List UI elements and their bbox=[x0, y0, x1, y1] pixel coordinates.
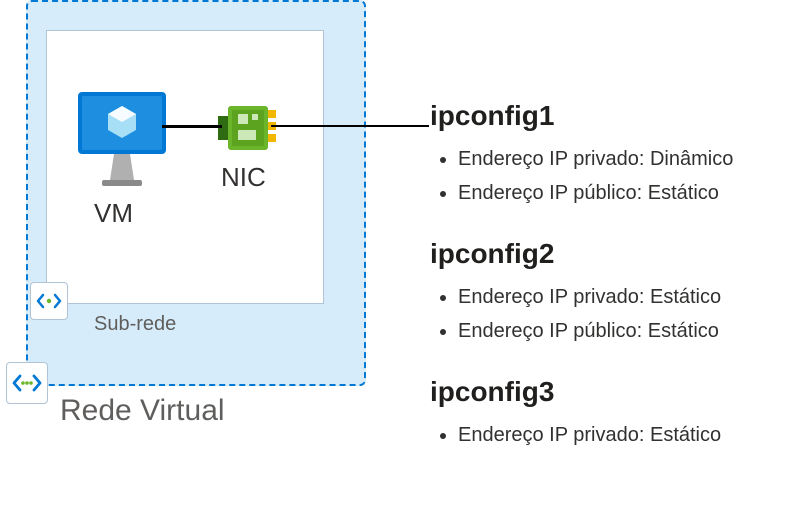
ipconfig-block: ipconfig2 Endereço IP privado: Estático … bbox=[430, 238, 807, 348]
vm-label: VM bbox=[94, 198, 133, 229]
ipconfig-item: Endereço IP privado: Estático bbox=[458, 418, 807, 452]
ipconfig-title: ipconfig2 bbox=[430, 238, 807, 270]
nic-label: NIC bbox=[221, 162, 266, 193]
vm-icon bbox=[74, 88, 170, 201]
ipconfig-title: ipconfig3 bbox=[430, 376, 807, 408]
ipconfig-list: ipconfig1 Endereço IP privado: Dinâmico … bbox=[430, 100, 807, 480]
ipconfig-item: Endereço IP público: Estático bbox=[458, 314, 807, 348]
vnet-label: Rede Virtual bbox=[60, 394, 225, 428]
ipconfig-block: ipconfig3 Endereço IP privado: Estático bbox=[430, 376, 807, 452]
ipconfig-items: Endereço IP privado: Estático bbox=[430, 418, 807, 452]
ipconfig-item: Endereço IP privado: Estático bbox=[458, 280, 807, 314]
vnet-badge-icon bbox=[6, 362, 48, 404]
ipconfig-block: ipconfig1 Endereço IP privado: Dinâmico … bbox=[430, 100, 807, 210]
ipconfig-items: Endereço IP privado: Estático Endereço I… bbox=[430, 280, 807, 348]
nic-ipconfig-pointer-line bbox=[271, 125, 429, 127]
vm-nic-connector-line bbox=[162, 125, 222, 128]
nic-icon bbox=[218, 102, 278, 159]
ipconfig-item: Endereço IP privado: Dinâmico bbox=[458, 142, 807, 176]
ipconfig-item: Endereço IP público: Estático bbox=[458, 176, 807, 210]
ipconfig-title: ipconfig1 bbox=[430, 100, 807, 132]
ipconfig-items: Endereço IP privado: Dinâmico Endereço I… bbox=[430, 142, 807, 210]
subnet-label: Sub-rede bbox=[94, 313, 176, 336]
subnet-badge-icon bbox=[30, 282, 68, 320]
